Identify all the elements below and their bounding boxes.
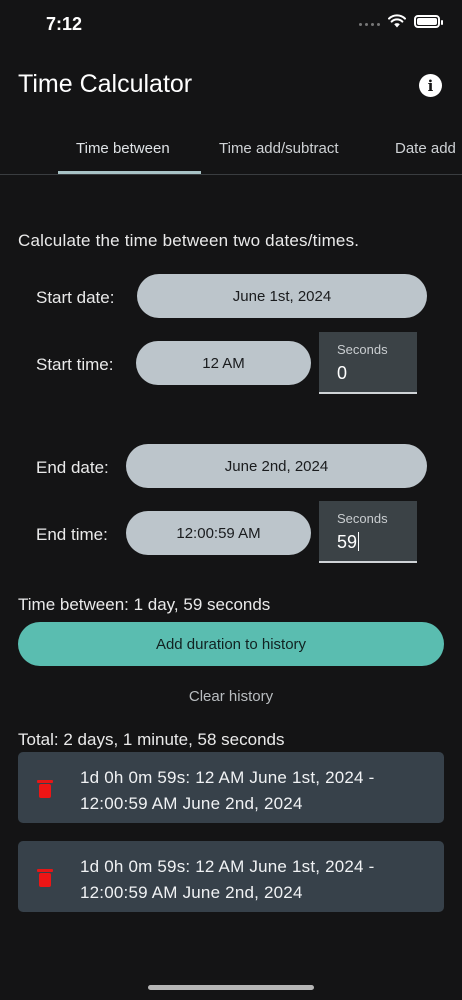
battery-icon	[414, 14, 443, 28]
start-seconds-input[interactable]: Seconds 0	[319, 332, 417, 394]
home-indicator[interactable]	[148, 985, 314, 990]
end-seconds-label: Seconds	[337, 511, 388, 526]
history-item-text: 1d 0h 0m 59s: 12 AM June 1st, 2024 - 12:…	[80, 857, 375, 902]
signal-dots-icon	[359, 16, 380, 26]
tab-date-add[interactable]: Date add	[395, 140, 456, 157]
status-time: 7:12	[46, 14, 83, 34]
clear-history-button[interactable]: Clear history	[0, 688, 462, 705]
end-seconds-value-wrap: 59	[337, 532, 360, 553]
start-date-button[interactable]: June 1st, 2024	[137, 274, 427, 318]
history-total: Total: 2 days, 1 minute, 58 seconds	[18, 730, 285, 749]
start-time-button[interactable]: 12 AM	[136, 341, 311, 385]
add-duration-button[interactable]: Add duration to history	[18, 622, 444, 666]
end-time-button[interactable]: 12:00:59 AM	[126, 511, 311, 555]
tab-time-between[interactable]: Time between	[76, 140, 170, 157]
end-date-label: End date:	[36, 458, 109, 477]
start-seconds-label: Seconds	[337, 342, 388, 357]
history-item-text: 1d 0h 0m 59s: 12 AM June 1st, 2024 - 12:…	[80, 768, 375, 813]
end-seconds-input[interactable]: Seconds 59	[319, 501, 417, 563]
delete-icon[interactable]	[37, 780, 53, 798]
wifi-icon	[388, 14, 406, 28]
start-seconds-value: 0	[337, 363, 348, 383]
text-cursor	[358, 532, 360, 551]
info-icon[interactable]: i	[419, 74, 442, 97]
tab-bar: Time between Time add/subtract Date add	[0, 128, 462, 175]
end-date-button[interactable]: June 2nd, 2024	[126, 444, 427, 488]
tab-time-add-subtract[interactable]: Time add/subtract	[219, 140, 339, 157]
active-tab-indicator	[58, 171, 201, 174]
history-item: 1d 0h 0m 59s: 12 AM June 1st, 2024 - 12:…	[18, 841, 444, 912]
time-between-result: Time between: 1 day, 59 seconds	[18, 595, 271, 614]
delete-icon[interactable]	[37, 869, 53, 887]
end-seconds-value: 59	[337, 532, 358, 552]
app-title: Time Calculator	[18, 70, 193, 98]
start-time-label: Start time:	[36, 355, 114, 374]
history-item: 1d 0h 0m 59s: 12 AM June 1st, 2024 - 12:…	[18, 752, 444, 823]
start-date-label: Start date:	[36, 288, 115, 307]
end-time-label: End time:	[36, 525, 108, 544]
description-text: Calculate the time between two dates/tim…	[18, 231, 360, 250]
status-icons	[359, 14, 443, 28]
